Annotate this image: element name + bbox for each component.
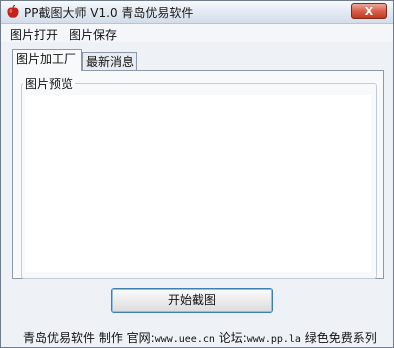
menu-open-image[interactable]: 图片打开	[10, 26, 58, 43]
main-window: PP截图大师 V1.0 青岛优易软件 X 图片打开 图片保存 最新消息 图片加工…	[0, 0, 394, 348]
menu-save-image[interactable]: 图片保存	[69, 26, 117, 43]
site-link[interactable]: www.uee.cn	[155, 334, 215, 345]
status-prefix: 青岛优易软件 制作 官网:	[23, 331, 155, 345]
close-button[interactable]: X	[351, 3, 387, 19]
forum-link[interactable]: www.pp.la	[247, 334, 301, 345]
tab-image-workshop[interactable]: 图片加工厂	[12, 49, 82, 71]
title-bar[interactable]: PP截图大师 V1.0 青岛优易软件 X	[1, 1, 393, 24]
app-apple-icon	[7, 5, 19, 18]
image-preview-area[interactable]	[25, 95, 371, 272]
window-title: PP截图大师 V1.0 青岛优易软件	[24, 6, 194, 20]
menu-bar: 图片打开 图片保存	[1, 24, 393, 42]
tab-news[interactable]: 最新消息	[82, 52, 137, 70]
start-capture-button[interactable]: 开始截图	[111, 288, 273, 313]
preview-group-title: 图片预览	[23, 75, 76, 92]
status-suffix: 绿色免费系列	[300, 331, 377, 345]
forum-label: 论坛:	[214, 331, 247, 345]
status-footer: 青岛优易软件 制作 官网:www.uee.cn 论坛:www.pp.la 绿色免…	[23, 329, 377, 346]
